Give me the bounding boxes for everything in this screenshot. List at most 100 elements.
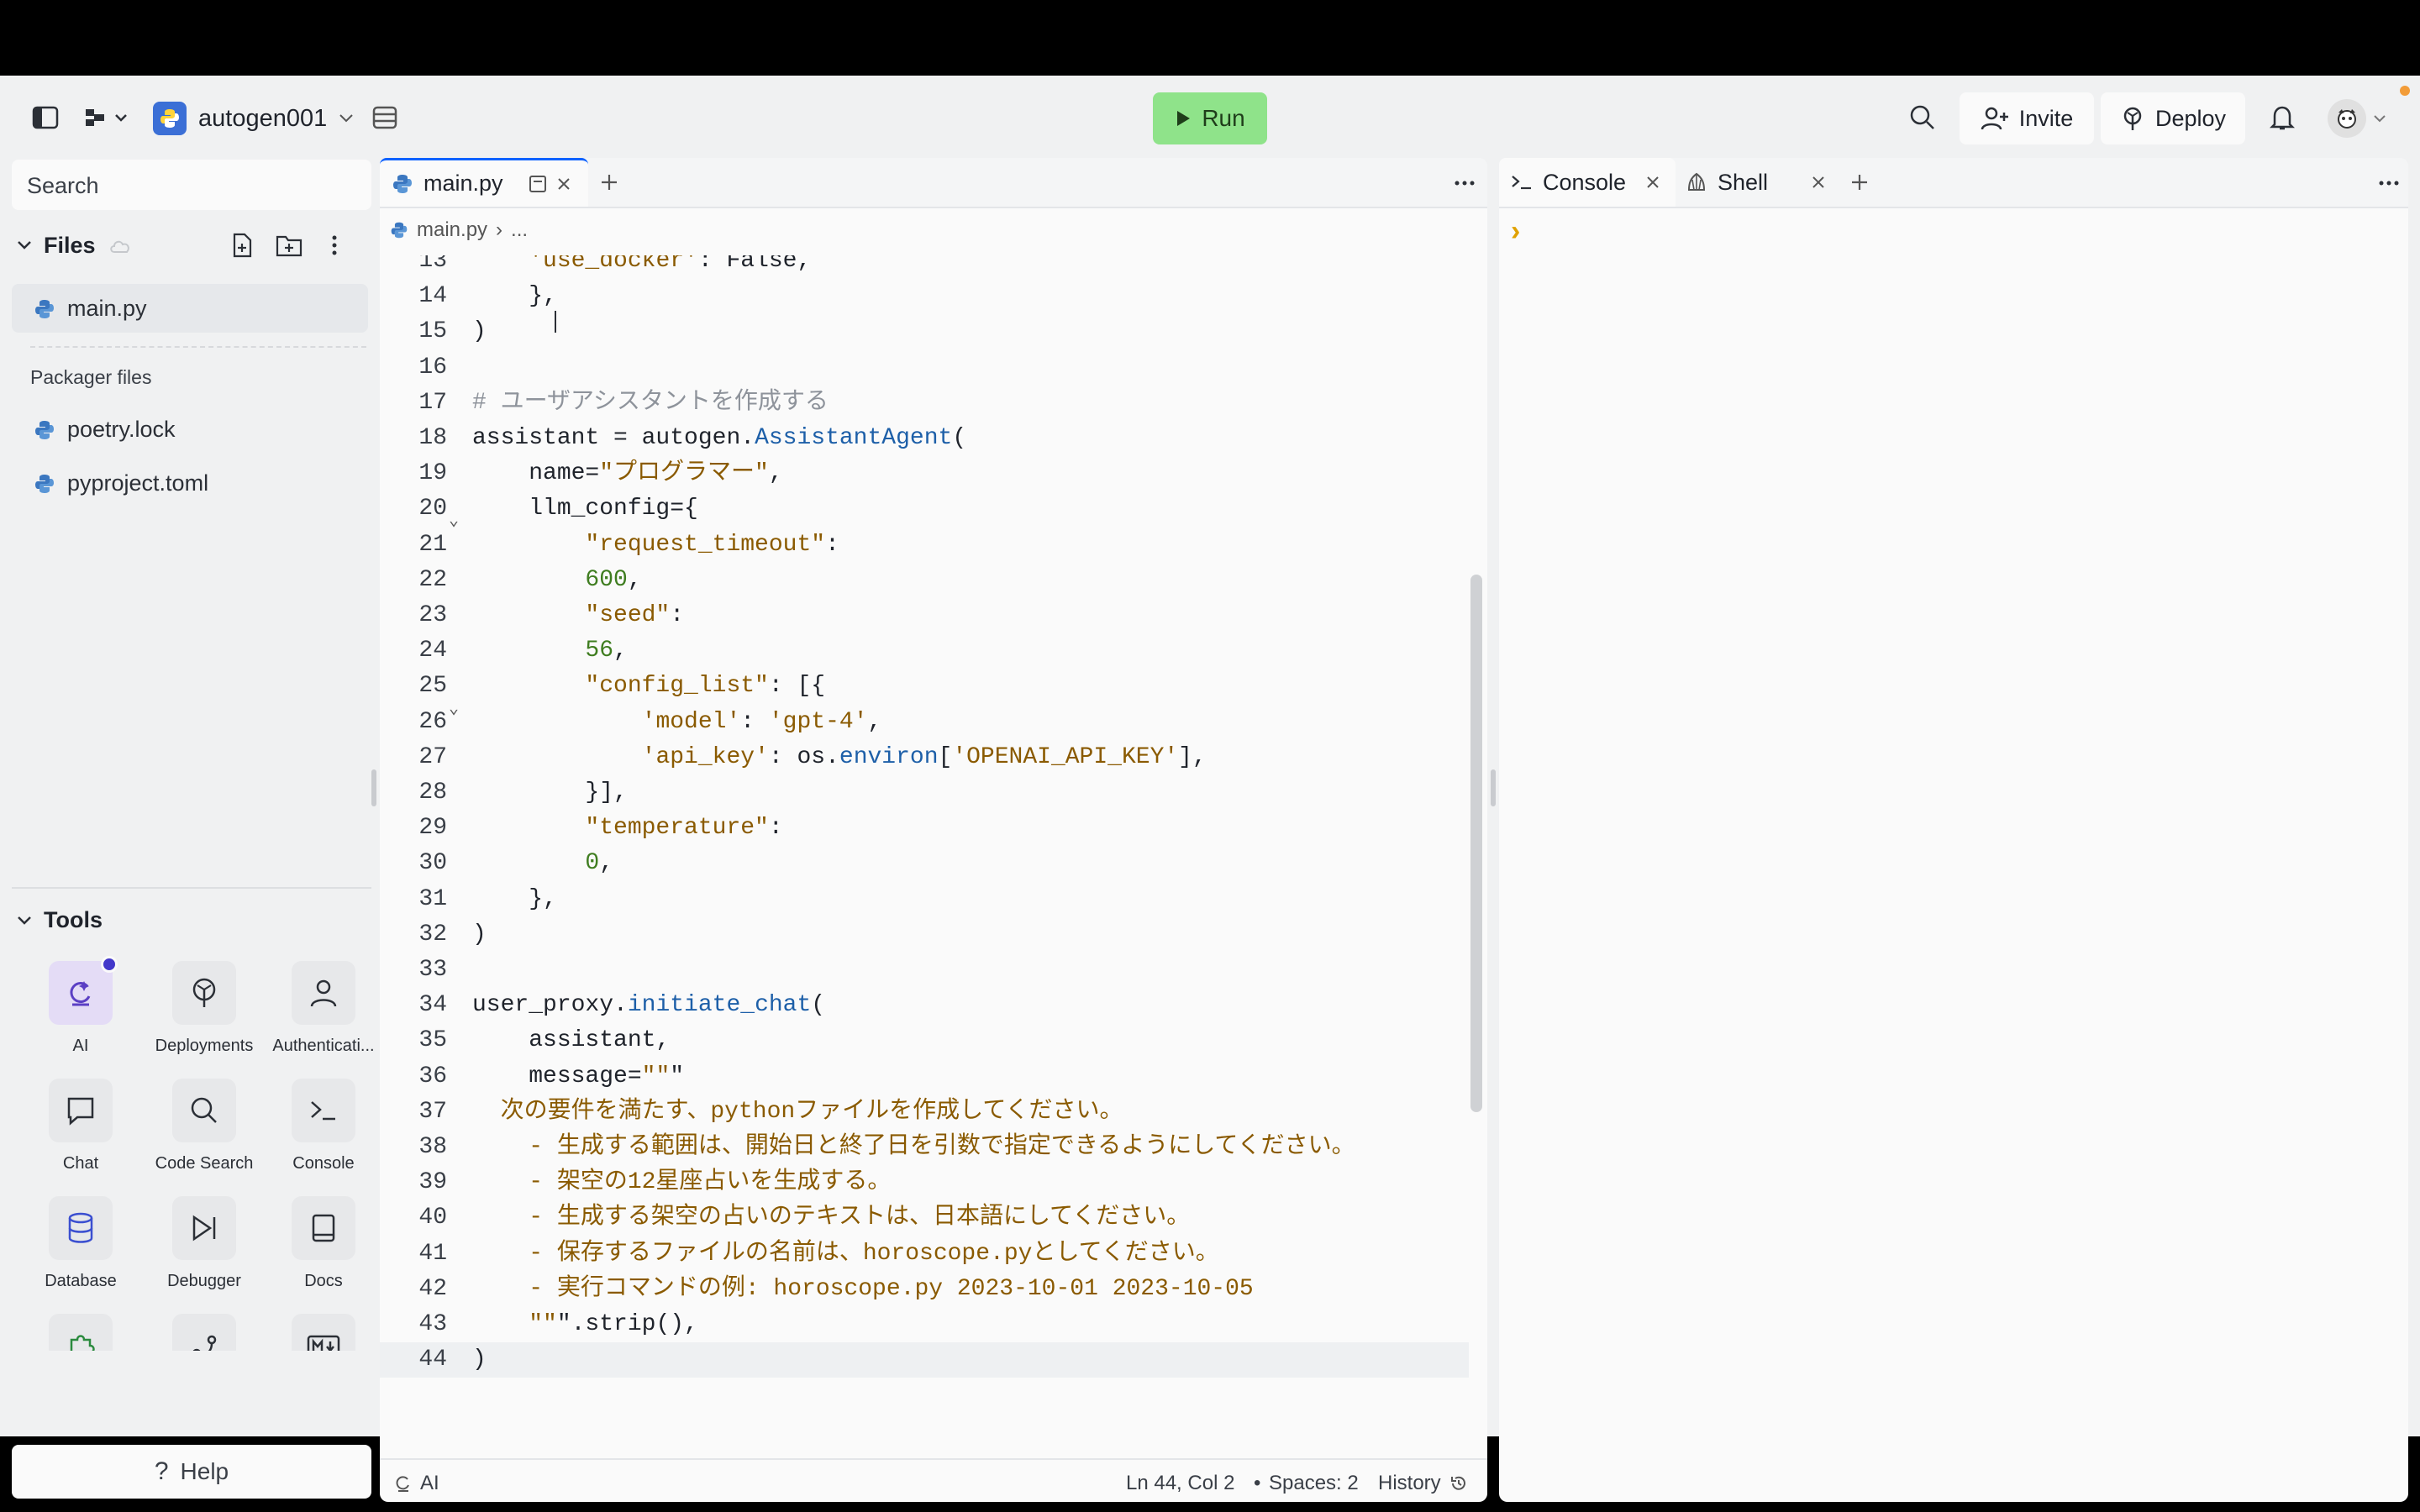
new-folder-icon[interactable] [274,230,304,260]
code-line: 15) [380,314,1469,349]
tool-ai[interactable]: AI [22,956,139,1056]
line-code: - 生成する範囲は、開始日と終了日を引数で指定できるようにしてください。 [472,1134,1355,1160]
indent-setting[interactable]: Spaces: 2 [1269,1472,1359,1495]
bell-icon[interactable] [2265,101,2299,134]
ai-status[interactable]: AI [395,1472,439,1495]
cloud-icon [109,240,129,253]
line-code: }, [472,885,557,912]
tool-label: Chat [62,1154,99,1173]
history-button[interactable]: History [1378,1472,1468,1495]
code-line: 40 - 生成する架空の占いのテキストは、日本語にしてください。 [380,1200,1469,1236]
fold-chevron-icon[interactable]: ⌄ [449,509,459,531]
python-file-icon [35,420,54,439]
line-code: 600, [585,566,642,593]
line-code: 56, [585,638,628,664]
tool-extensions[interactable] [22,1314,139,1351]
resize-handle[interactable] [371,769,376,806]
code-line: 35 assistant, [380,1023,1469,1058]
breadcrumb-file[interactable]: main.py [417,218,487,242]
fold-chevron-icon[interactable]: ⌄ [449,697,459,719]
notification-dot [2400,86,2410,96]
line-code: 'model': 'gpt-4', [641,708,882,735]
terminal-icon [311,1101,335,1121]
editor-scrollbar[interactable] [1470,575,1482,1112]
line-number: 16 [418,354,447,381]
file-item-pyproject-toml[interactable]: pyproject.toml [34,470,208,496]
file-item-poetry-lock[interactable]: poetry.lock [34,417,176,443]
line-number: 19 [418,460,447,487]
files-header[interactable]: Files [17,228,361,262]
chevron-down-icon [339,114,353,123]
editor-panel: main.py main.py › ... 13 'use_docker': F… [380,158,1487,1502]
code-area[interactable]: 13 'use_docker': False, 14 }, 15) 16 17 # ユーザ… [380,255,1469,1448]
play-icon [1177,111,1191,126]
line-number: 23 [418,602,447,628]
deployments-icon [192,978,216,1007]
invite-button[interactable]: Invite [1960,92,2094,144]
tab-shell[interactable]: Shell [1686,158,1833,207]
tool-console[interactable]: Console [269,1079,378,1173]
line-number: 24 [418,638,447,664]
chevron-down-icon [2374,115,2386,123]
line-code: "temperature": [585,815,783,842]
chat-icon [67,1097,94,1126]
add-tab-icon[interactable] [600,173,618,192]
more-vertical-icon[interactable] [324,230,345,260]
close-icon[interactable] [1812,176,1825,189]
code-line: 43 """.strip(), [380,1307,1469,1342]
tool-deployments[interactable]: Deployments [145,961,263,1056]
tab-console[interactable]: Console [1499,158,1676,207]
code-line: 21 "request_timeout": [380,528,1469,563]
project-selector[interactable]: autogen001 [153,101,354,136]
close-icon[interactable] [1646,176,1660,189]
run-button[interactable]: Run [1153,92,1267,144]
resize-handle[interactable] [1491,769,1496,806]
console-prompt[interactable]: › [1511,215,1520,248]
tool-git[interactable] [145,1314,263,1351]
tool-label: Code Search [155,1154,254,1173]
file-item-main-py[interactable]: main.py [12,284,368,333]
tab-main-py[interactable]: main.py [380,158,588,207]
code-line: 32) [380,917,1469,953]
ai-icon [396,1476,409,1492]
line-number: 43 [418,1311,447,1337]
tool-docs[interactable]: Docs [269,1196,378,1291]
code-line: 37 次の要件を満たす、pythonファイルを作成してください。 [380,1095,1469,1130]
deploy-button[interactable]: Deploy [2101,92,2245,144]
line-code: message=""" [472,1063,685,1089]
packager-files-label: Packager files [30,366,152,388]
avatar[interactable] [2328,99,2403,138]
console-panel: Console Shell › [1499,158,2408,1502]
tools-header[interactable]: Tools [17,907,103,933]
tool-label: Debugger [167,1272,241,1290]
line-code: - 架空の12星座占いを生成する。 [472,1169,892,1196]
add-tab-icon[interactable] [1850,173,1869,192]
breadcrumb-more[interactable]: ... [511,218,528,242]
run-label: Run [1202,105,1245,131]
tool-debugger[interactable]: Debugger [145,1196,263,1291]
line-code: assistant, [472,1027,671,1054]
status-bar: AI Ln 44, Col 2 • Spaces: 2 History [380,1458,1487,1504]
tool-code-search[interactable]: Code Search [145,1079,263,1173]
replit-logo-icon[interactable] [82,102,133,133]
help-button[interactable]: ? Help [12,1445,371,1499]
line-number: 42 [418,1275,447,1302]
tool-markdown[interactable] [269,1314,378,1351]
close-icon[interactable] [557,177,571,191]
tool-chat[interactable]: Chat [22,1079,139,1173]
search-icon[interactable] [1906,101,1939,134]
search-input[interactable]: Search [12,160,371,210]
more-horizontal-icon[interactable] [1454,180,1476,186]
tool-database[interactable]: Database [22,1196,139,1291]
split-icon[interactable] [529,175,547,193]
sidebar-toggle-icon[interactable] [29,102,62,133]
new-file-icon[interactable] [227,230,257,260]
more-horizontal-icon[interactable] [2378,180,2400,186]
console-tab-bar: Console Shell [1499,158,2408,208]
line-number: 25 [418,673,447,700]
tool-authentication[interactable]: Authenticati... [269,961,378,1056]
line-number: 44 [418,1347,447,1373]
sidebar: Search Files main.py Packager files poet… [12,160,375,1505]
cursor-position[interactable]: Ln 44, Col 2 [1126,1472,1234,1495]
layout-icon[interactable] [368,102,402,133]
